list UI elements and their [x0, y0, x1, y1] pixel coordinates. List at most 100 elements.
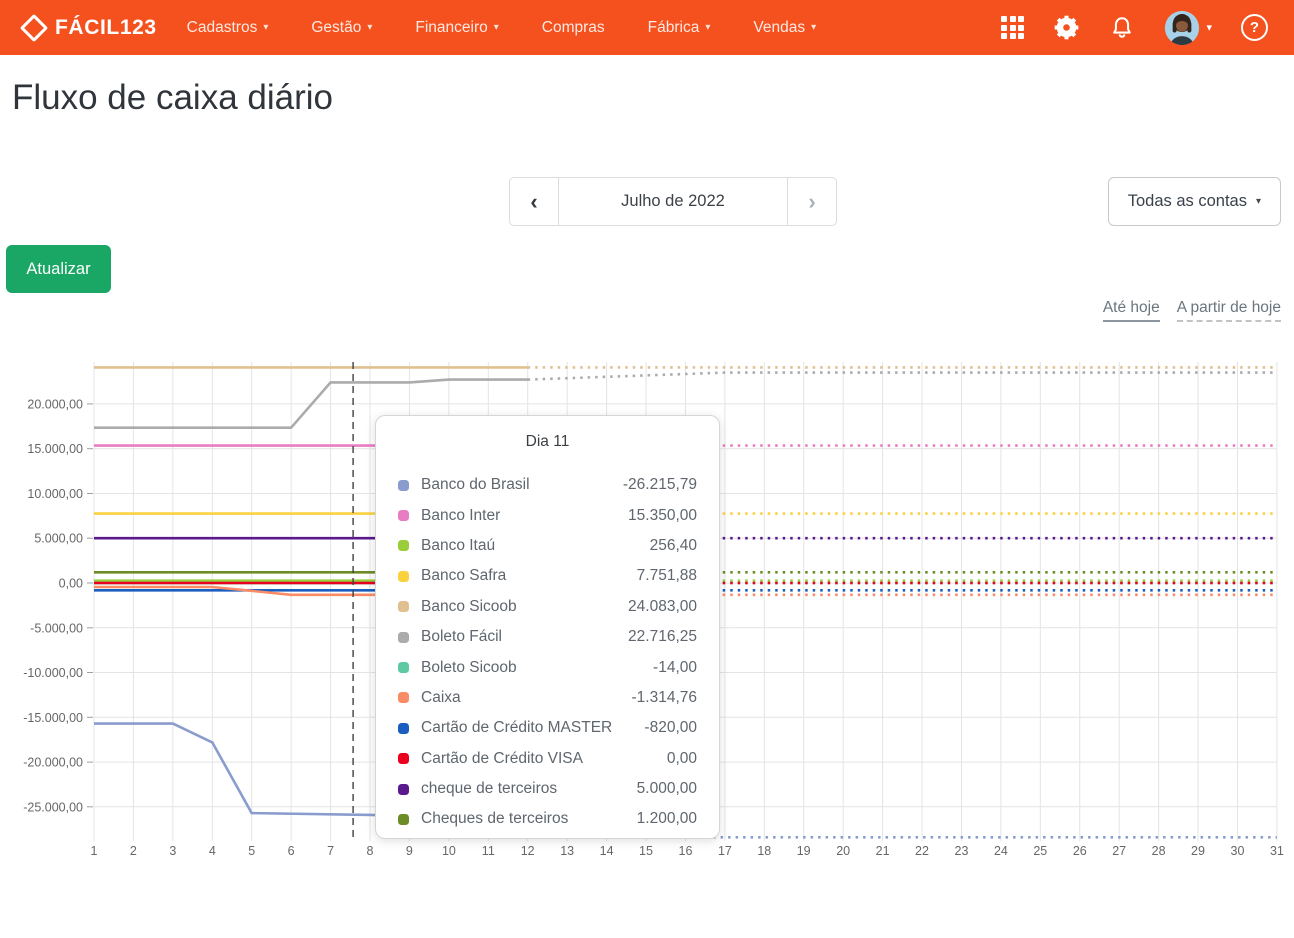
x-axis-tick-label: 25 [1033, 844, 1047, 858]
y-axis-tick-label: -25.000,00 [23, 800, 83, 814]
y-axis-tick-label: 0,00 [59, 577, 83, 591]
x-axis-tick-label: 16 [679, 844, 693, 858]
navbar-right-icons: ▾ ? [1001, 10, 1268, 46]
nav-item-fabrica[interactable]: Fábrica▾ [648, 19, 711, 37]
tooltip-row: Caixa-1.314,76 [398, 683, 697, 713]
tooltip-row: Boleto Sicoob-14,00 [398, 652, 697, 682]
series-value: 5.000,00 [637, 780, 697, 798]
tab-until-today[interactable]: Até hoje [1103, 299, 1160, 322]
tooltip-row: Banco Safra 7.751,88 [398, 561, 697, 591]
accounts-filter-dropdown[interactable]: Todas as contas ▾ [1108, 177, 1281, 226]
x-axis-tick-label: 17 [718, 844, 732, 858]
series-name: Cheques de terceiros [421, 810, 568, 828]
help-icon[interactable]: ? [1241, 14, 1268, 41]
series-color-marker [398, 571, 409, 582]
nav-item-vendas[interactable]: Vendas▾ [753, 19, 816, 37]
tooltip-row: cheque de terceiros 5.000,00 [398, 774, 697, 804]
nav-item-cadastros[interactable]: Cadastros▾ [187, 19, 269, 37]
series-name: Banco Itaú [421, 537, 495, 555]
series-name: Banco Inter [421, 507, 500, 525]
series-name: cheque de terceiros [421, 780, 557, 798]
x-axis-tick-label: 26 [1073, 844, 1087, 858]
x-axis-tick-label: 19 [797, 844, 811, 858]
brand-logo[interactable]: FÁCIL123 [24, 16, 157, 40]
series-value: 22.716,25 [628, 628, 697, 646]
nav-menu: Cadastros▾ Gestão▾ Financeiro▾ Compras Fábri… [187, 19, 816, 37]
x-axis-tick-label: 18 [757, 844, 771, 858]
series-color-marker [398, 510, 409, 521]
series-value: 15.350,00 [628, 507, 697, 525]
y-axis-tick-label: -5.000,00 [30, 621, 83, 635]
x-axis-tick-label: 6 [288, 844, 295, 858]
chevron-down-icon: ▾ [811, 22, 816, 33]
series-color-marker [398, 632, 409, 643]
notifications-bell-icon[interactable] [1109, 15, 1135, 41]
nav-item-financeiro[interactable]: Financeiro▾ [415, 19, 498, 37]
y-axis-tick-label: -10.000,00 [23, 666, 83, 680]
series-color-marker [398, 662, 409, 673]
series-color-marker [398, 784, 409, 795]
tooltip-row: Boleto Fácil 22.716,25 [398, 622, 697, 652]
x-axis-tick-label: 28 [1152, 844, 1166, 858]
next-month-button[interactable]: › [787, 177, 837, 226]
series-color-marker [398, 814, 409, 825]
x-axis-tick-label: 30 [1231, 844, 1245, 858]
y-axis-tick-label: 15.000,00 [27, 442, 83, 456]
x-axis-tick-label: 22 [915, 844, 929, 858]
y-axis-tick-label: 20.000,00 [27, 397, 83, 411]
tooltip-row: Cartão de Crédito MASTER -820,00 [398, 713, 697, 743]
x-axis-tick-label: 23 [955, 844, 969, 858]
brand-text: FÁCIL123 [55, 16, 157, 40]
series-value: 1.200,00 [637, 810, 697, 828]
x-axis-tick-label: 31 [1270, 844, 1284, 858]
y-axis-tick-label: 10.000,00 [27, 487, 83, 501]
current-month-label: Julho de 2022 [558, 177, 788, 226]
nav-item-gestao[interactable]: Gestão▾ [311, 19, 372, 37]
x-axis-tick-label: 27 [1112, 844, 1126, 858]
settings-gear-icon[interactable] [1053, 14, 1080, 41]
avatar-caret-icon: ▾ [1206, 21, 1212, 34]
chevron-down-icon: ▾ [367, 22, 372, 33]
x-axis-tick-label: 24 [994, 844, 1008, 858]
apps-grid-icon[interactable] [1001, 16, 1024, 39]
series-name: Cartão de Crédito MASTER [421, 719, 612, 737]
series-color-marker [398, 692, 409, 703]
range-tabs: Até hoje A partir de hoje [1103, 299, 1281, 322]
x-axis-tick-label: 4 [209, 844, 216, 858]
x-axis-tick-label: 9 [406, 844, 413, 858]
series-line-projected [528, 373, 1277, 380]
tooltip-day-title: Dia 11 [376, 416, 719, 468]
tooltip-row: Banco Sicoob24.083,00 [398, 592, 697, 622]
x-axis-tick-label: 3 [169, 844, 176, 858]
brand-diamond-icon [20, 13, 48, 41]
page-title: Fluxo de caixa diário [12, 78, 333, 118]
x-axis-tick-label: 2 [130, 844, 137, 858]
series-color-marker [398, 601, 409, 612]
series-value: -820,00 [644, 719, 697, 737]
x-axis-tick-label: 20 [836, 844, 850, 858]
x-axis-tick-label: 1 [91, 844, 98, 858]
chart-tooltip: Dia 11 Banco do Brasil-26.215,79Banco In… [375, 415, 720, 839]
series-value: 7.751,88 [637, 567, 697, 585]
previous-month-button[interactable]: ‹ [509, 177, 559, 226]
user-avatar[interactable]: ▾ [1164, 10, 1212, 46]
tooltip-row: Banco Inter 15.350,00 [398, 500, 697, 530]
chevron-down-icon: ▾ [705, 22, 710, 33]
series-color-marker [398, 753, 409, 764]
x-axis-tick-label: 11 [482, 844, 495, 858]
series-name: Banco Safra [421, 567, 506, 585]
x-axis-tick-label: 10 [442, 844, 456, 858]
series-name: Boleto Fácil [421, 628, 502, 646]
update-button[interactable]: Atualizar [6, 245, 111, 293]
series-color-marker [398, 723, 409, 734]
tooltip-rows: Banco do Brasil-26.215,79 Banco Inter 15.3… [376, 468, 719, 835]
series-value: -1.314,76 [632, 689, 698, 707]
x-axis-tick-label: 13 [560, 844, 574, 858]
tooltip-row: Cheques de terceiros 1.200,00 [398, 804, 697, 834]
tooltip-row: Banco do Brasil-26.215,79 [398, 470, 697, 500]
x-axis-tick-label: 8 [367, 844, 374, 858]
tab-from-today[interactable]: A partir de hoje [1177, 299, 1281, 322]
series-color-marker [398, 540, 409, 551]
y-axis-tick-label: -15.000,00 [23, 711, 83, 725]
nav-item-compras[interactable]: Compras [542, 19, 605, 37]
